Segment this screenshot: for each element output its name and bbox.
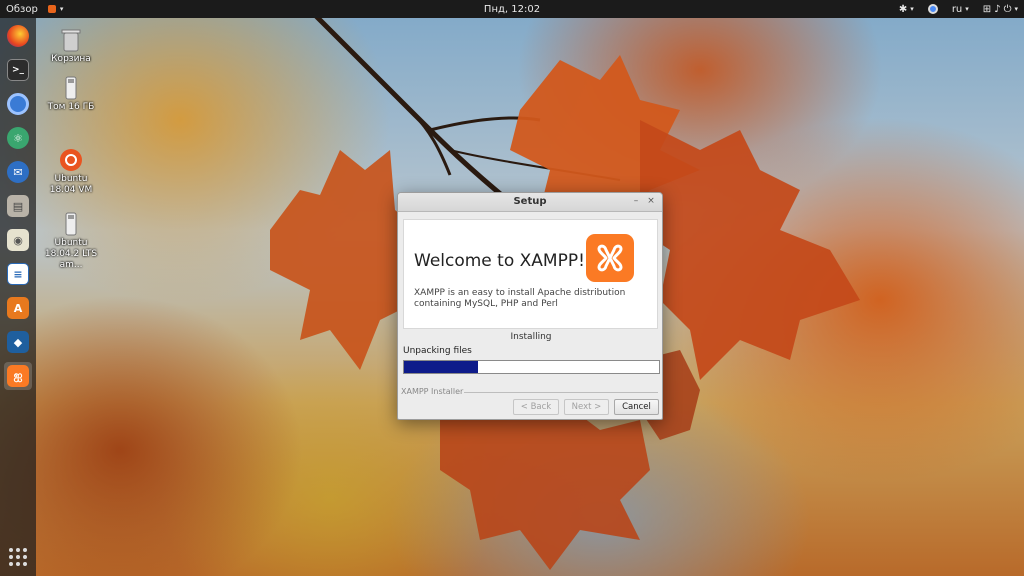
firefox-icon bbox=[7, 25, 29, 47]
activities-button[interactable]: Обзор bbox=[6, 4, 38, 15]
language-menu[interactable]: ru ▾ bbox=[952, 4, 969, 15]
progress-label: Unpacking files bbox=[403, 346, 472, 356]
dock-item-rhythmbox[interactable]: ◉ bbox=[4, 226, 32, 254]
show-applications-icon[interactable] bbox=[9, 548, 27, 566]
dock-item-software[interactable]: A bbox=[4, 294, 32, 322]
terminal-icon: >_ bbox=[7, 59, 29, 81]
atom-icon: ⚛ bbox=[7, 127, 29, 149]
welcome-banner: Welcome to XAMPP! XAMPP is an easy to in… bbox=[403, 219, 658, 329]
cancel-button[interactable]: Cancel bbox=[614, 399, 659, 415]
minimize-button[interactable]: – bbox=[630, 195, 642, 208]
desktop-icon-trash[interactable]: Корзина bbox=[44, 28, 98, 65]
dock-item-thunderbird[interactable]: ✉ bbox=[4, 158, 32, 186]
chrome-indicator[interactable] bbox=[927, 4, 938, 14]
dock-item-files[interactable]: ▤ bbox=[4, 192, 32, 220]
software-center-icon: A bbox=[7, 297, 29, 319]
dock-item-atom[interactable]: ⚛ bbox=[4, 124, 32, 152]
xampp-logo-icon bbox=[586, 234, 634, 282]
system-tray: ✱ ▾ ru ▾ ⊞ ♪ ⏻ ▾ bbox=[899, 0, 1018, 18]
welcome-heading: Welcome to XAMPP! bbox=[414, 251, 585, 271]
progress-bar bbox=[403, 360, 660, 374]
app-menu[interactable]: ▾ bbox=[47, 5, 64, 13]
desktop-icon-label: Корзина bbox=[51, 54, 91, 64]
chevron-down-icon: ▾ bbox=[910, 5, 914, 13]
desktop-icon-label: Ubuntu 18.04.2 LTS am... bbox=[44, 238, 98, 270]
installer-label: XAMPP Installer bbox=[401, 387, 464, 396]
dock-item-chromium[interactable] bbox=[4, 90, 32, 118]
dock-item-xampp[interactable]: ஐ bbox=[4, 362, 32, 390]
trash-icon bbox=[59, 28, 83, 52]
desktop-icon-label: Том 16 ГБ bbox=[47, 102, 95, 112]
xampp-icon: ஐ bbox=[7, 365, 29, 387]
ubuntu-icon bbox=[59, 148, 83, 172]
desktop-icon-label: Ubuntu 18.04 VM bbox=[49, 174, 93, 195]
network-icon: ⊞ bbox=[982, 3, 992, 15]
chrome-indicator-icon bbox=[927, 4, 938, 14]
xampp-app-icon bbox=[47, 5, 56, 13]
setup-window: Setup – × Welcome to XAMPP! XAMPP is an … bbox=[397, 192, 663, 420]
virtualbox-icon: ◆ bbox=[7, 331, 29, 353]
files-icon: ▤ bbox=[7, 195, 29, 217]
usb-drive-icon bbox=[59, 76, 83, 100]
footer-divider bbox=[464, 392, 658, 393]
window-title: Setup bbox=[513, 196, 547, 207]
status-label: Installing bbox=[510, 332, 552, 342]
accessibility-icon: ✱ bbox=[898, 3, 908, 15]
window-titlebar[interactable]: Setup – × bbox=[398, 193, 662, 212]
desktop-icon-ubuntu-iso[interactable]: Ubuntu 18.04.2 LTS am... bbox=[44, 212, 98, 271]
top-bar: Обзор ▾ Пнд, 12:02 ✱ ▾ ru ▾ ⊞ ♪ ⏻ ▾ bbox=[0, 0, 1024, 18]
dock-item-writer[interactable]: ≡ bbox=[4, 260, 32, 288]
clock-container: Пнд, 12:02 bbox=[0, 4, 1024, 15]
progress-fill bbox=[404, 361, 478, 373]
system-menu[interactable]: ⊞ ♪ ⏻ ▾ bbox=[983, 4, 1018, 15]
next-button[interactable]: Next > bbox=[564, 399, 609, 415]
dock: >_ ⚛ ✉ ▤ ◉ ≡ A ◆ ஐ bbox=[0, 18, 36, 576]
thunderbird-icon: ✉ bbox=[7, 161, 29, 183]
rhythmbox-icon: ◉ bbox=[7, 229, 29, 251]
welcome-description: XAMPP is an easy to install Apache distr… bbox=[414, 288, 626, 309]
clock[interactable]: Пнд, 12:02 bbox=[484, 4, 540, 15]
close-button[interactable]: × bbox=[645, 195, 657, 208]
chromium-icon bbox=[7, 93, 29, 115]
dock-item-terminal[interactable]: >_ bbox=[4, 56, 32, 84]
usb-drive-icon bbox=[59, 212, 83, 236]
chevron-down-icon: ▾ bbox=[59, 5, 64, 13]
dock-item-virtualbox[interactable]: ◆ bbox=[4, 328, 32, 356]
desktop-icon-ubuntu-vm[interactable]: Ubuntu 18.04 VM bbox=[44, 148, 98, 196]
chevron-down-icon: ▾ bbox=[965, 5, 969, 13]
back-button[interactable]: < Back bbox=[513, 399, 559, 415]
chevron-down-icon: ▾ bbox=[1014, 5, 1018, 13]
power-icon: ⏻ bbox=[1003, 3, 1012, 15]
volume-icon: ♪ bbox=[994, 3, 1001, 15]
dock-item-firefox[interactable] bbox=[4, 22, 32, 50]
desktop-icon-volume[interactable]: Том 16 ГБ bbox=[44, 76, 98, 113]
language-label: ru bbox=[951, 3, 963, 15]
accessibility-menu[interactable]: ✱ ▾ bbox=[899, 4, 914, 15]
writer-icon: ≡ bbox=[7, 263, 29, 285]
